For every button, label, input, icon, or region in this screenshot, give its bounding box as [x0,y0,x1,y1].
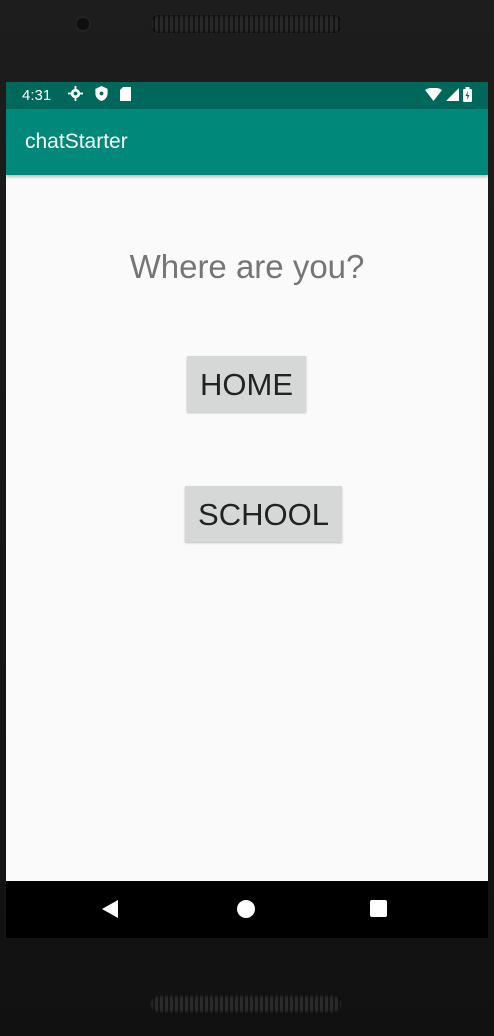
back-icon[interactable] [102,900,118,918]
app-bar: chatStarter [6,109,488,175]
front-camera [77,18,89,30]
earpiece-speaker [150,15,342,33]
signal-icon [446,88,459,101]
battery-icon [463,87,472,102]
shield-icon [95,86,108,101]
bottom-speaker [150,995,342,1013]
sd-card-icon [120,86,131,101]
question-label: Where are you? [129,248,365,285]
status-notification-icons [68,86,131,101]
wifi-icon [425,88,442,101]
screen: 4:31 chatStarter Where are you? HOME SCH… [6,82,488,938]
app-title: chatStarter [25,130,128,153]
phone-frame: 4:31 chatStarter Where are you? HOME SCH… [0,0,494,1036]
status-bar: 4:31 [6,82,488,109]
gear-icon [68,86,83,101]
recents-icon[interactable] [370,900,387,917]
status-time: 4:31 [22,87,52,104]
home-button[interactable]: HOME [187,356,306,412]
status-system-icons [425,87,472,102]
navigation-bar [6,881,488,938]
school-button[interactable]: SCHOOL [185,486,342,542]
home-circle-icon[interactable] [237,900,255,918]
